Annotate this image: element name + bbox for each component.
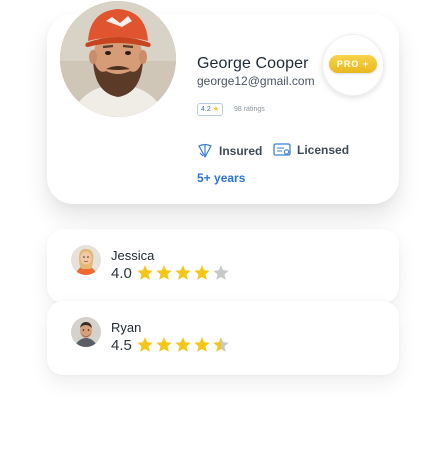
reviewer-score: 4.0 <box>111 265 132 282</box>
ratings-count[interactable]: 98 ratings <box>234 106 265 113</box>
star-icon <box>156 337 172 352</box>
rating-value: 4.2 <box>201 106 211 113</box>
profile-email[interactable]: george12@gmail.com <box>197 74 315 88</box>
star-empty-icon <box>213 265 229 280</box>
reviewer-name: Ryan <box>111 320 142 335</box>
credential-label: Insured <box>219 144 263 158</box>
credential-label: Licensed <box>297 143 350 157</box>
reviewer-avatar <box>71 317 101 347</box>
reviewer-name: Jessica <box>111 248 155 263</box>
star-icon <box>156 265 172 280</box>
credential-insured: Insured <box>197 143 262 159</box>
reviewer-avatar <box>71 245 101 275</box>
insured-icon <box>197 143 213 159</box>
rating-chip: 4.2 ★ <box>197 103 224 116</box>
star-icon <box>194 265 210 280</box>
page: George Cooper george12@gmail.com 4.2 ★ 9… <box>0 0 447 452</box>
star-icon <box>213 337 229 352</box>
star-icon <box>175 265 191 280</box>
credential-licensed: Licensed <box>273 143 349 157</box>
pro-badge: PRO + <box>329 55 377 73</box>
profile-avatar <box>60 1 176 117</box>
star-icon <box>137 265 153 280</box>
profile-name: George Cooper <box>197 55 309 72</box>
star-icon: ★ <box>212 106 220 113</box>
review-card[interactable]: Ryan 4.5 <box>47 301 399 375</box>
license-icon <box>273 143 291 157</box>
star-icon <box>137 337 153 352</box>
star-rating <box>136 336 230 354</box>
experience-years: 5+ years <box>197 171 246 185</box>
reviewer-score: 4.5 <box>111 337 132 354</box>
star-rating <box>136 264 230 282</box>
star-icon <box>175 337 191 352</box>
review-card[interactable]: Jessica 4.0 <box>47 229 399 303</box>
star-icon <box>194 337 210 352</box>
